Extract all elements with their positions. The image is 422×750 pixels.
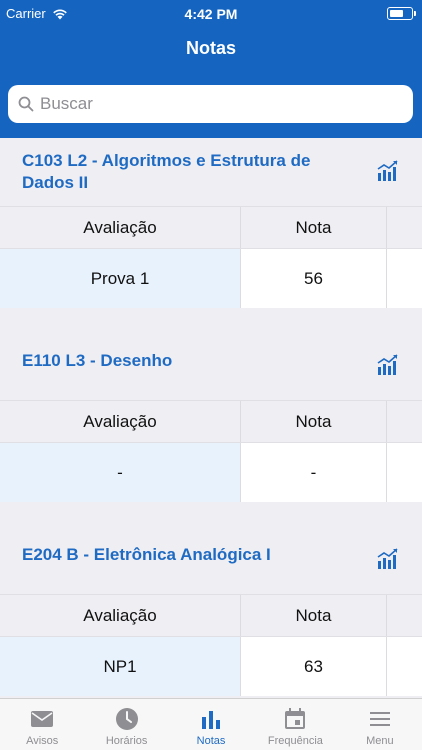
course-title: E204 B - Eletrônica Analógica I	[22, 545, 271, 564]
nota-cell: 63	[241, 637, 387, 696]
hamburger-icon	[369, 712, 390, 726]
page-title: Notas	[185, 38, 236, 58]
course-section: E110 L3 - Desenho Avaliação Nota - -	[0, 332, 422, 526]
nota-cell: -	[241, 443, 387, 502]
search-bar[interactable]	[8, 85, 413, 123]
envelope-icon	[31, 711, 54, 727]
table-header-row: Avaliação Nota	[0, 400, 422, 442]
chart-icon[interactable]	[376, 158, 400, 182]
course-title: E110 L3 - Desenho	[22, 351, 173, 370]
table-header-row: Avaliação Nota	[0, 206, 422, 248]
bar-chart-icon	[202, 711, 221, 729]
header-avaliacao: Avaliação	[0, 207, 241, 248]
header-avaliacao: Avaliação	[0, 401, 241, 442]
avaliacao-cell: -	[0, 443, 241, 502]
course-section: C103 L2 - Algoritmos e Estrutura de Dado…	[0, 138, 422, 332]
avaliacao-cell: NP1	[0, 637, 241, 696]
grades-list[interactable]: C103 L2 - Algoritmos e Estrutura de Dado…	[0, 138, 422, 698]
tab-notas[interactable]: Notas	[169, 699, 253, 750]
course-section: E204 B - Eletrônica Analógica I Avaliaçã…	[0, 526, 422, 698]
chart-icon[interactable]	[376, 546, 400, 570]
header: Carrier 4:42 PM Notas	[0, 0, 422, 138]
header-nota: Nota	[241, 401, 387, 442]
battery-icon	[387, 7, 416, 20]
header-avaliacao: Avaliação	[0, 595, 241, 636]
tab-label: Horários	[105, 735, 148, 747]
header-nota: Nota	[241, 595, 387, 636]
status-bar: Carrier 4:42 PM	[0, 0, 422, 28]
avaliacao-cell: Prova 1	[0, 249, 241, 308]
search-icon	[18, 96, 34, 112]
clock-icon	[115, 708, 138, 730]
calendar-icon	[285, 708, 306, 729]
tab-label: Frequência	[267, 735, 323, 747]
chart-icon[interactable]	[376, 352, 400, 376]
status-time: 4:42 PM	[184, 6, 238, 22]
nota-cell: 56	[241, 249, 387, 308]
tab-horarios[interactable]: Horários	[84, 699, 168, 750]
tab-menu[interactable]: Menu	[338, 699, 422, 750]
tab-frequencia[interactable]: Frequência	[253, 699, 337, 750]
tab-label: Avisos	[26, 735, 59, 747]
tab-label: Notas	[196, 735, 226, 747]
tab-avisos[interactable]: Avisos	[0, 699, 84, 750]
table-row: - -	[0, 442, 422, 502]
tab-label: Menu	[366, 735, 394, 747]
search-input[interactable]	[40, 94, 400, 114]
header-nota: Nota	[241, 207, 387, 248]
course-title: C103 L2 - Algoritmos e Estrutura de Dado…	[22, 151, 311, 192]
table-row: Prova 1 56	[0, 248, 422, 308]
tab-bar: Avisos Horários Notas Frequência Menu	[0, 698, 422, 750]
table-header-row: Avaliação Nota	[0, 594, 422, 636]
table-row: NP1 63	[0, 636, 422, 696]
